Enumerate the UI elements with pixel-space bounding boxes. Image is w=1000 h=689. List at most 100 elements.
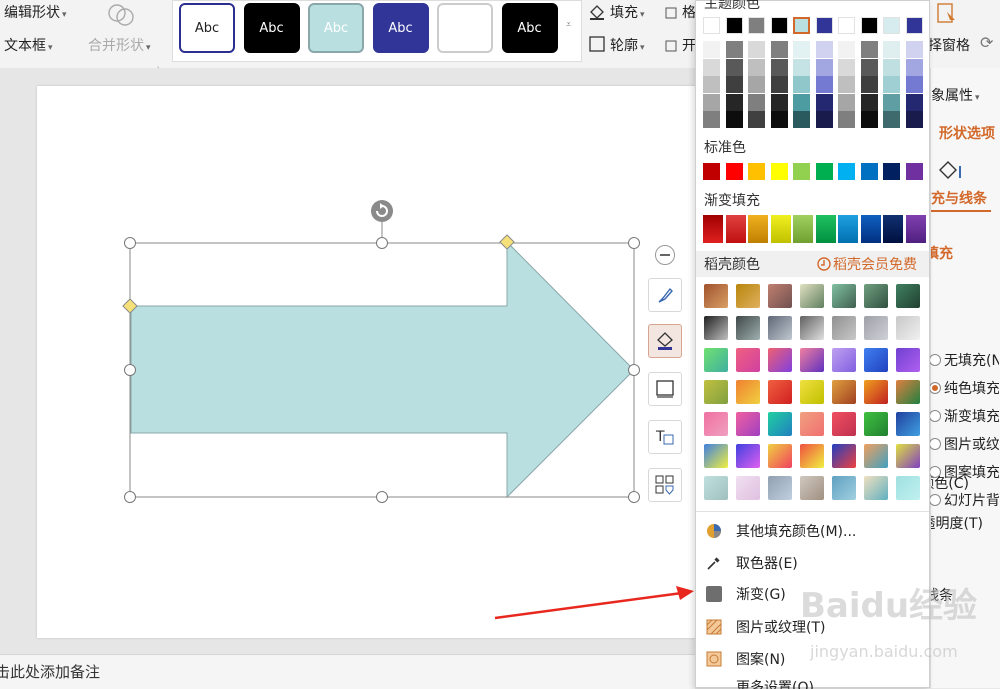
fill-option-radio[interactable]: 图片或纹理填充(P) (929, 434, 999, 454)
theme-color-swatch[interactable] (838, 17, 855, 34)
shape-outline-button[interactable] (648, 372, 682, 406)
shell-gradient-swatch[interactable] (800, 380, 824, 404)
theme-color-swatch[interactable] (905, 17, 923, 34)
shell-gradient-swatch[interactable] (704, 380, 728, 404)
fill-section-header[interactable]: 填充 (931, 243, 953, 263)
shell-gradient-swatch[interactable] (704, 284, 728, 308)
theme-color-shade[interactable] (838, 41, 855, 58)
theme-color-shade[interactable] (905, 41, 923, 58)
select-pane-button[interactable]: 择窗格 (928, 35, 970, 55)
theme-color-swatch[interactable] (883, 17, 900, 34)
shell-gradient-swatch[interactable] (864, 476, 888, 500)
gradient-fill-swatch[interactable] (883, 215, 903, 243)
standard-color-swatch[interactable] (815, 163, 833, 180)
standard-color-swatch[interactable] (703, 163, 720, 180)
shell-gradient-swatch[interactable] (736, 476, 760, 500)
shell-gradient-swatch[interactable] (832, 412, 856, 436)
shell-gradient-swatch[interactable] (896, 348, 920, 372)
theme-color-swatch[interactable] (860, 17, 878, 34)
shell-gradient-swatch[interactable] (768, 380, 792, 404)
resize-handle[interactable] (628, 491, 640, 503)
theme-color-shade[interactable] (725, 111, 743, 128)
fill-option-radio[interactable]: 渐变填充(G) (929, 406, 999, 426)
theme-color-shade[interactable] (770, 41, 788, 58)
shell-gradient-swatch[interactable] (704, 348, 728, 372)
theme-color-shade[interactable] (883, 58, 900, 76)
theme-color-shade[interactable] (703, 58, 720, 76)
theme-color-shade[interactable] (838, 58, 855, 76)
theme-color-shade[interactable] (838, 93, 855, 111)
theme-color-shade[interactable] (748, 111, 765, 128)
theme-color-swatch[interactable] (748, 17, 765, 34)
fill-option-radio[interactable]: 纯色填充(S) (929, 378, 999, 398)
theme-color-shade[interactable] (725, 93, 743, 111)
gradient-fill-swatch[interactable] (793, 215, 813, 243)
shell-gradient-swatch[interactable] (800, 444, 824, 468)
shell-gradient-swatch[interactable] (800, 476, 824, 500)
theme-color-shade[interactable] (860, 76, 878, 93)
theme-color-shade[interactable] (770, 93, 788, 111)
theme-color-shade[interactable] (860, 111, 878, 128)
shell-gradient-swatch[interactable] (832, 444, 856, 468)
theme-color-shade[interactable] (793, 111, 810, 128)
resize-handle[interactable] (376, 237, 388, 249)
standard-color-swatch[interactable] (838, 163, 855, 180)
object-props-header[interactable]: 象属性 ▾ (931, 85, 980, 105)
theme-color-shade[interactable] (725, 41, 743, 58)
eyedropper-item[interactable]: 取色器(E) (696, 548, 929, 578)
theme-color-swatch[interactable] (770, 17, 788, 34)
theme-color-shade[interactable] (748, 93, 765, 111)
gradient-fill-swatch[interactable] (703, 215, 723, 243)
theme-color-shade[interactable] (860, 58, 878, 76)
gradient-fill-swatch[interactable] (725, 215, 746, 243)
theme-color-shade[interactable] (905, 76, 923, 93)
shell-gradient-swatch[interactable] (832, 476, 856, 500)
theme-color-shade[interactable] (748, 41, 765, 58)
rotate-handle-icon[interactable] (371, 200, 393, 222)
shell-gradient-swatch[interactable] (736, 412, 760, 436)
shell-gradient-swatch[interactable] (768, 444, 792, 468)
shell-gradient-swatch[interactable] (768, 284, 792, 308)
theme-color-shade[interactable] (703, 76, 720, 93)
resize-handle[interactable] (124, 237, 136, 249)
collapse-icon[interactable] (655, 245, 675, 265)
shell-gradient-swatch[interactable] (800, 284, 824, 308)
more-settings-item[interactable]: 更多设置(O)... (696, 677, 929, 689)
shell-gradient-swatch[interactable] (864, 316, 888, 340)
shape-fill-button[interactable] (648, 324, 682, 358)
shell-gradient-swatch[interactable] (704, 316, 728, 340)
theme-color-shade[interactable] (703, 93, 720, 111)
shell-gradient-swatch[interactable] (704, 412, 728, 436)
tab-shape-options[interactable]: 形状选项 (939, 123, 995, 143)
theme-color-swatch[interactable] (815, 17, 833, 34)
shell-gradient-swatch[interactable] (800, 316, 824, 340)
theme-color-shade[interactable] (838, 76, 855, 93)
rotate-icon[interactable]: ⟳ (980, 33, 993, 52)
theme-color-shade[interactable] (905, 111, 923, 128)
shell-gradient-swatch[interactable] (864, 444, 888, 468)
theme-color-shade[interactable] (793, 41, 810, 58)
theme-color-shade[interactable] (905, 93, 923, 111)
shell-gradient-swatch[interactable] (800, 412, 824, 436)
tab-fill-line[interactable]: 充与线条 (931, 188, 991, 208)
standard-color-swatch[interactable] (748, 163, 765, 180)
shell-gradient-swatch[interactable] (864, 348, 888, 372)
theme-color-shade[interactable] (860, 41, 878, 58)
gradient-fill-swatch[interactable] (860, 215, 881, 243)
shell-gradient-swatch[interactable] (736, 348, 760, 372)
notes-bar[interactable]: 单击此处添加备注 (0, 654, 695, 689)
shell-gradient-swatch[interactable] (864, 412, 888, 436)
theme-color-shade[interactable] (793, 93, 810, 111)
theme-color-shade[interactable] (770, 58, 788, 76)
shell-gradient-swatch[interactable] (832, 316, 856, 340)
more-fill-colors-item[interactable]: 其他填充颜色(M)... (696, 516, 929, 546)
standard-color-swatch[interactable] (770, 163, 788, 180)
resize-handle[interactable] (124, 364, 136, 376)
theme-color-shade[interactable] (815, 58, 833, 76)
shell-gradient-swatch[interactable] (864, 284, 888, 308)
theme-color-shade[interactable] (748, 76, 765, 93)
theme-color-swatch[interactable] (725, 17, 743, 34)
theme-color-shade[interactable] (905, 58, 923, 76)
resize-handle[interactable] (376, 491, 388, 503)
theme-color-shade[interactable] (815, 76, 833, 93)
